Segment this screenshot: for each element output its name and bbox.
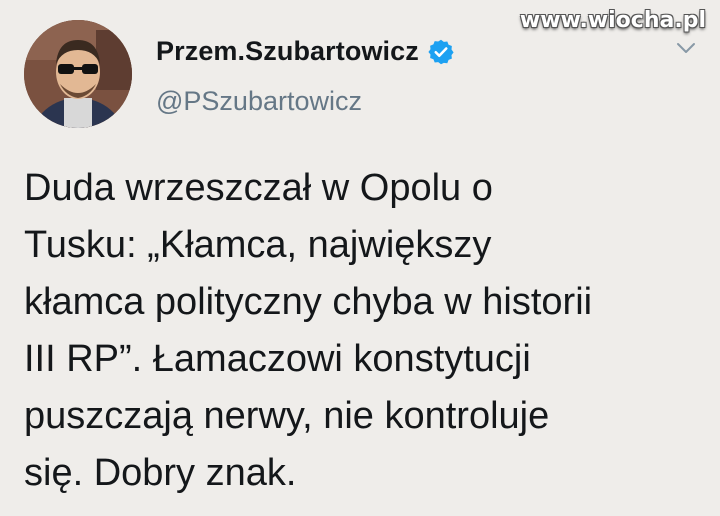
tweet-text: Duda wrzeszczał w Opolu o Tusku: „Kłamca… — [24, 167, 593, 494]
avatar[interactable] — [24, 20, 132, 128]
user-handle[interactable]: @PSzubartowicz — [156, 86, 362, 117]
display-name-row[interactable]: Przem.Szubartowicz — [156, 36, 455, 67]
watermark: www.wiocha.pl — [519, 8, 706, 33]
verified-badge-icon — [427, 38, 455, 66]
display-name[interactable]: Przem.Szubartowicz — [156, 36, 419, 67]
chevron-down-icon[interactable] — [674, 36, 698, 60]
profile-photo — [24, 20, 132, 128]
